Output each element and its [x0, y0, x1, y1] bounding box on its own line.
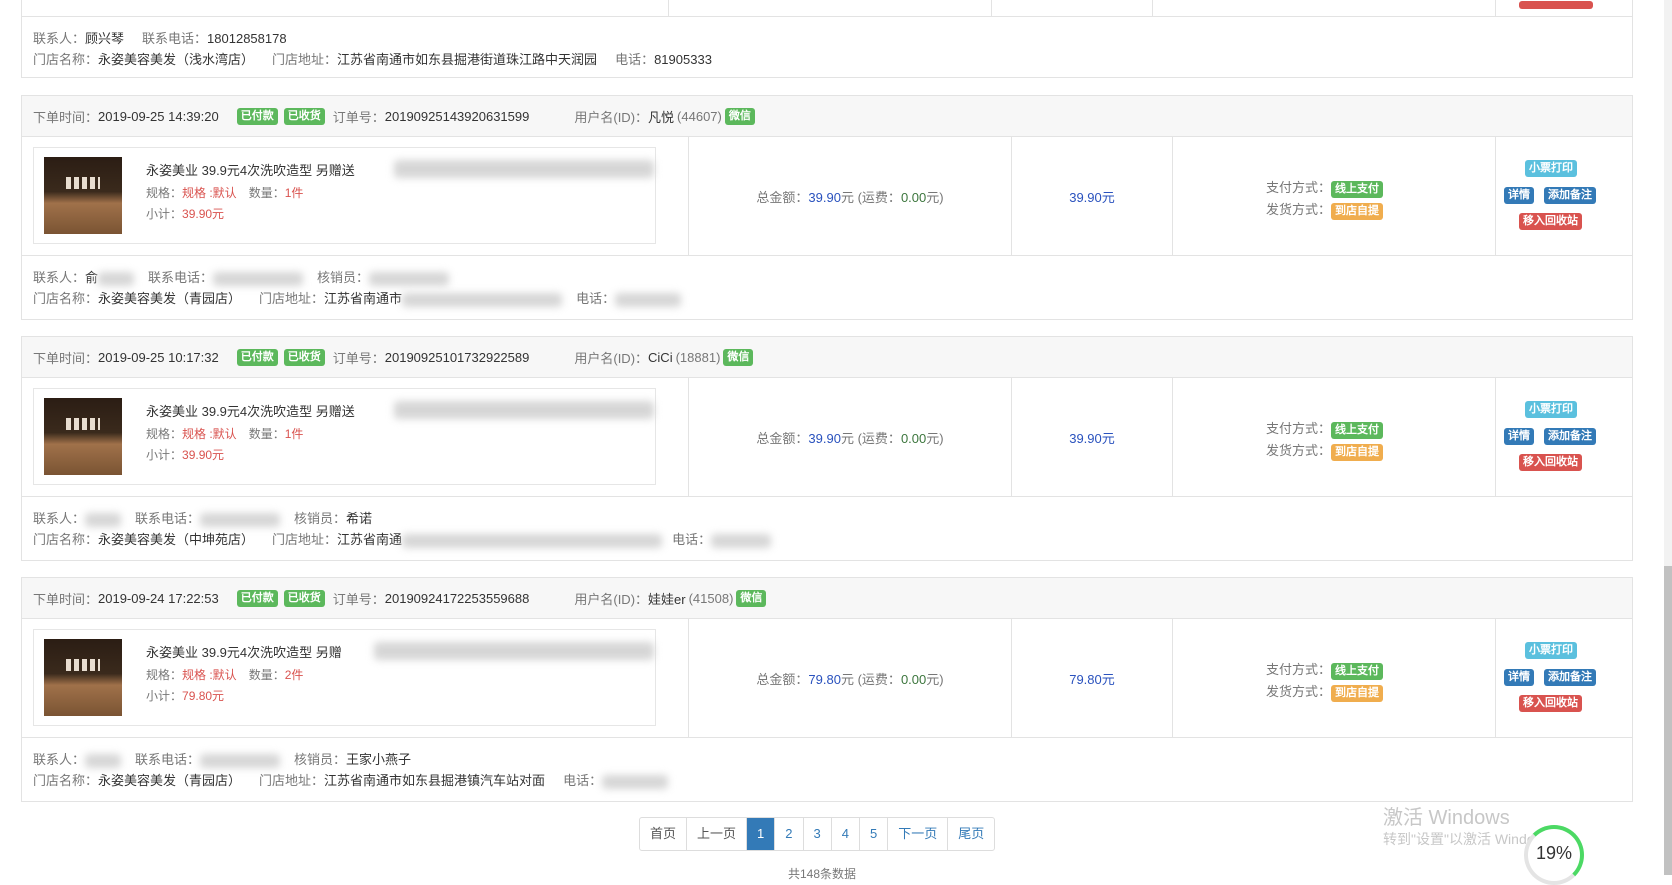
- product-box: 永姿美业 39.9元4次洗吹造型 另赠 规格：规格 :默认 数量：2件 小计：79…: [33, 629, 656, 726]
- order-footer: 联系人：顾兴琴 联系电话：18012858178 门店名称：永姿美容美发（浅水湾店…: [33, 31, 712, 67]
- received-badge: 已收货: [283, 107, 325, 125]
- detail-button[interactable]: 详情: [1504, 428, 1534, 445]
- product-title[interactable]: 永姿美业 39.9元4次洗吹造型 另赠送: [146, 401, 355, 420]
- page-3-button[interactable]: 3: [804, 818, 832, 850]
- product-thumbnail: [44, 398, 122, 475]
- print-receipt-button[interactable]: 小票打印: [1525, 160, 1577, 177]
- performance-gauge[interactable]: 19%: [1524, 825, 1584, 885]
- first-page-button[interactable]: 首页: [640, 818, 688, 850]
- order-footer: 联系人： 联系电话： 核销员：王家小燕子 门店名称：永姿美容美发（青园店） 门店地址：…: [22, 738, 1632, 796]
- prev-page-button[interactable]: 上一页: [687, 818, 748, 850]
- paid-amount: 39.90元: [1069, 190, 1115, 205]
- product-box: 永姿美业 39.9元4次洗吹造型 另赠送 规格：规格 :默认 数量：1件 小计：3…: [33, 388, 656, 485]
- last-page-button[interactable]: 尾页: [948, 818, 994, 850]
- order-card: 下单时间： 2019-09-24 17:22:53 已付款 已收货 订单号： 201…: [21, 577, 1633, 802]
- order-number: 20190924172253559688: [384, 590, 530, 606]
- add-note-button[interactable]: 添加备注: [1544, 428, 1596, 445]
- pay-method-badge: 线上支付: [1331, 422, 1384, 439]
- print-receipt-button[interactable]: 小票打印: [1525, 642, 1577, 659]
- order-footer: 联系人：俞 联系电话： 核销员： 门店名称：永姿美容美发（青园店） 门店地址：江苏省南…: [22, 256, 1632, 314]
- order-card: 下单时间： 2019-09-25 10:17:32 已付款 已收货 订单号： 201…: [21, 336, 1633, 561]
- order-card-partial: 联系人：顾兴琴 联系电话：18012858178 门店名称：永姿美容美发（浅水湾店…: [21, 0, 1633, 78]
- page-2-button[interactable]: 2: [775, 818, 804, 850]
- total-records: 共148条数据: [788, 867, 857, 881]
- recycle-button[interactable]: 移入回收站: [1519, 695, 1582, 712]
- ship-method-badge: 到店自提: [1331, 444, 1384, 461]
- product-title[interactable]: 永姿美业 39.9元4次洗吹造型 另赠: [146, 642, 342, 661]
- order-body: 永姿美业 39.9元4次洗吹造型 另赠 规格：规格 :默认 数量：2件 小计：79…: [22, 619, 1632, 738]
- order-header: 下单时间： 2019-09-24 17:22:53 已付款 已收货 订单号： 201…: [22, 578, 1632, 619]
- total-amount: 总金额：39.90元 (运费：0.00元): [756, 431, 944, 446]
- scrollbar-thumb[interactable]: [1664, 566, 1672, 875]
- pay-method-badge: 线上支付: [1331, 181, 1384, 198]
- wechat-badge: 微信: [723, 348, 754, 366]
- order-header: 下单时间： 2019-09-25 14:39:20 已付款 已收货 订单号： 201…: [22, 96, 1632, 137]
- paid-badge: 已付款: [236, 348, 278, 366]
- received-badge: 已收货: [283, 589, 325, 607]
- product-box: 永姿美业 39.9元4次洗吹造型 另赠送 规格：规格 :默认 数量：1件 小计：3…: [33, 147, 656, 244]
- product-title[interactable]: 永姿美业 39.9元4次洗吹造型 另赠送: [146, 160, 355, 179]
- detail-button[interactable]: 详情: [1504, 187, 1534, 204]
- page-scrollbar[interactable]: [1664, 0, 1672, 875]
- paid-amount: 39.90元: [1069, 431, 1115, 446]
- add-note-button[interactable]: 添加备注: [1544, 669, 1596, 686]
- order-header: 下单时间： 2019-09-25 10:17:32 已付款 已收货 订单号： 201…: [22, 337, 1632, 378]
- order-body: 永姿美业 39.9元4次洗吹造型 另赠送 规格：规格 :默认 数量：1件 小计：3…: [22, 137, 1632, 256]
- order-number: 20190925143920631599: [384, 108, 530, 124]
- activate-windows-watermark: 激活 Windows: [1383, 807, 1510, 829]
- ship-method-badge: 到店自提: [1331, 685, 1384, 702]
- paid-badge: 已付款: [236, 107, 278, 125]
- next-page-button[interactable]: 下一页: [888, 818, 949, 850]
- total-amount: 总金额：39.90元 (运费：0.00元): [756, 190, 944, 205]
- recycle-button[interactable]: 移入回收站: [1519, 213, 1582, 230]
- ship-method-badge: 到店自提: [1331, 203, 1384, 220]
- recycle-button[interactable]: [1519, 1, 1593, 9]
- order-footer: 联系人： 联系电话： 核销员：希诺 门店名称：永姿美容美发（中坤苑店） 门店地址：江苏…: [22, 497, 1632, 555]
- product-thumbnail: [44, 157, 122, 234]
- add-note-button[interactable]: 添加备注: [1544, 187, 1596, 204]
- page-1-button[interactable]: 1: [747, 818, 776, 850]
- page-4-button[interactable]: 4: [832, 818, 860, 850]
- order-number: 20190925101732922589: [384, 349, 530, 365]
- total-amount: 总金额：79.80元 (运费：0.00元): [756, 672, 944, 687]
- paid-amount: 79.80元: [1069, 672, 1115, 687]
- print-receipt-button[interactable]: 小票打印: [1525, 401, 1577, 418]
- product-thumbnail: [44, 639, 122, 716]
- received-badge: 已收货: [283, 348, 325, 366]
- page-5-button[interactable]: 5: [860, 818, 889, 850]
- order-card: 下单时间： 2019-09-25 14:39:20 已付款 已收货 订单号： 201…: [21, 95, 1633, 320]
- wechat-badge: 微信: [736, 589, 767, 607]
- paid-badge: 已付款: [236, 589, 278, 607]
- wechat-badge: 微信: [724, 107, 755, 125]
- order-body: 永姿美业 39.9元4次洗吹造型 另赠送 规格：规格 :默认 数量：1件 小计：3…: [22, 378, 1632, 497]
- pagination: 首页 上一页 1 2 3 4 5 下一页 尾页: [639, 817, 996, 851]
- gauge-value: 19%: [1535, 843, 1573, 863]
- recycle-button[interactable]: 移入回收站: [1519, 454, 1582, 471]
- pay-method-badge: 线上支付: [1331, 663, 1384, 680]
- detail-button[interactable]: 详情: [1504, 669, 1534, 686]
